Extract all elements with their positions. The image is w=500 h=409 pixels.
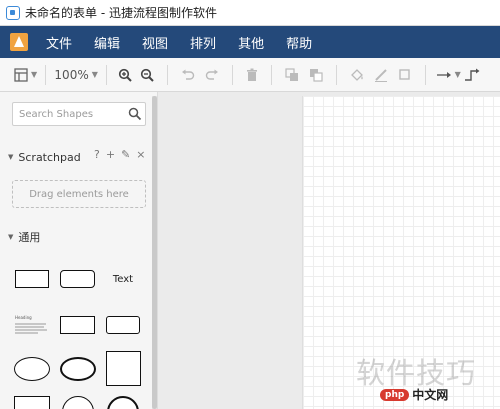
php-logo: php [380,388,410,401]
zoom-in-icon [119,68,132,82]
waypoint-elbow-icon [465,68,480,81]
chevron-down-icon: ▼ [454,70,461,79]
toolbar-divider [336,64,338,85]
arrow-right-icon [436,71,451,78]
php-cn-label: 中文网 [412,388,449,402]
redo-icon [205,69,219,80]
toolbar-divider [106,64,108,85]
sidebar-scrollbar[interactable] [152,96,157,409]
menu-extras[interactable]: 其他 [238,33,264,52]
toolbar-divider [232,64,234,85]
toolbar-divider [167,64,169,85]
add-icon[interactable]: + [106,148,115,161]
menu-help[interactable]: 帮助 [286,33,312,52]
search-input[interactable]: Search Shapes [12,102,146,126]
menu-view[interactable]: 视图 [142,33,168,52]
scrollbar-thumb[interactable] [152,96,157,409]
watermark-badge: php 中文网 [380,386,448,403]
app-logo-icon [10,33,28,51]
chevron-down-icon: ▼ [91,70,98,79]
text-shape[interactable]: Text [105,270,141,288]
panel-layout-icon [14,67,28,82]
zoom-in-button[interactable] [115,64,135,86]
ellipse-shape-small[interactable] [60,316,95,334]
general-shapes-header[interactable]: ▼ 通用 [0,226,152,248]
textbox-shape[interactable]: Heading [14,315,50,335]
textbox-lines-icon [15,323,47,334]
general-shapes-title: 通用 [18,231,41,244]
undo-button[interactable] [176,64,200,86]
connection-style-button[interactable]: ▼ [434,64,462,86]
scratchpad-tools: ? + ✎ × [94,148,146,161]
zoom-out-icon [141,68,154,82]
zoom-dropdown[interactable]: 100% ▼ [54,64,98,86]
zoom-value: 100% [54,67,89,82]
scratchpad-title: Scratchpad [18,150,81,164]
waypoints-button[interactable] [462,64,482,86]
shadow-square-icon [399,68,410,80]
trash-icon [247,68,258,81]
toolbar-divider [45,64,47,85]
window-titlebar: 未命名的表单 - 迅捷流程图制作软件 [0,0,500,26]
shadow-button[interactable] [393,64,417,86]
paint-bucket-icon [351,68,364,81]
search-icon[interactable] [128,107,142,121]
text-shape-label: Text [112,273,134,285]
line-color-button[interactable] [369,64,393,86]
close-icon[interactable]: × [136,148,145,161]
menu-arrange[interactable]: 排列 [190,33,216,52]
window-title: 未命名的表单 - 迅捷流程图制作软件 [25,6,217,20]
rounded-process-shape[interactable] [106,316,140,334]
collapse-arrow-icon: ▼ [8,233,14,241]
ellipse-shape[interactable] [14,357,50,381]
delete-button[interactable] [241,64,263,86]
send-to-back-icon [310,68,323,82]
pencil-icon [375,68,388,82]
redo-button[interactable] [200,64,224,86]
app-icon [6,5,20,20]
fill-color-button[interactable] [345,64,369,86]
toolbar-divider [271,64,273,85]
rounded-rectangle-shape[interactable] [60,270,95,288]
to-front-button[interactable] [280,64,304,86]
rectangle-shape[interactable] [15,270,49,288]
edit-icon[interactable]: ✎ [121,148,130,161]
toolbar-divider [425,64,427,85]
scratchpad-dropzone[interactable]: Drag elements here [12,180,146,208]
collapse-arrow-icon: ▼ [8,153,14,161]
menu-bar: 文件 编辑 视图 排列 其他 帮助 [0,26,500,58]
toolbar: ▼ 100% ▼ ▼ [0,58,500,92]
menu-edit[interactable]: 编辑 [94,33,120,52]
to-back-button[interactable] [304,64,328,86]
zoom-out-button[interactable] [135,64,159,86]
chevron-down-icon: ▼ [31,70,38,79]
help-icon[interactable]: ? [94,148,100,161]
menu-file[interactable]: 文件 [46,33,72,52]
square-shape-2[interactable] [14,396,50,409]
double-ellipse-shape[interactable] [60,357,96,381]
undo-icon [182,69,195,80]
bring-to-front-icon [285,67,299,81]
format-panel-button[interactable]: ▼ [14,64,37,86]
square-shape[interactable] [106,351,141,386]
